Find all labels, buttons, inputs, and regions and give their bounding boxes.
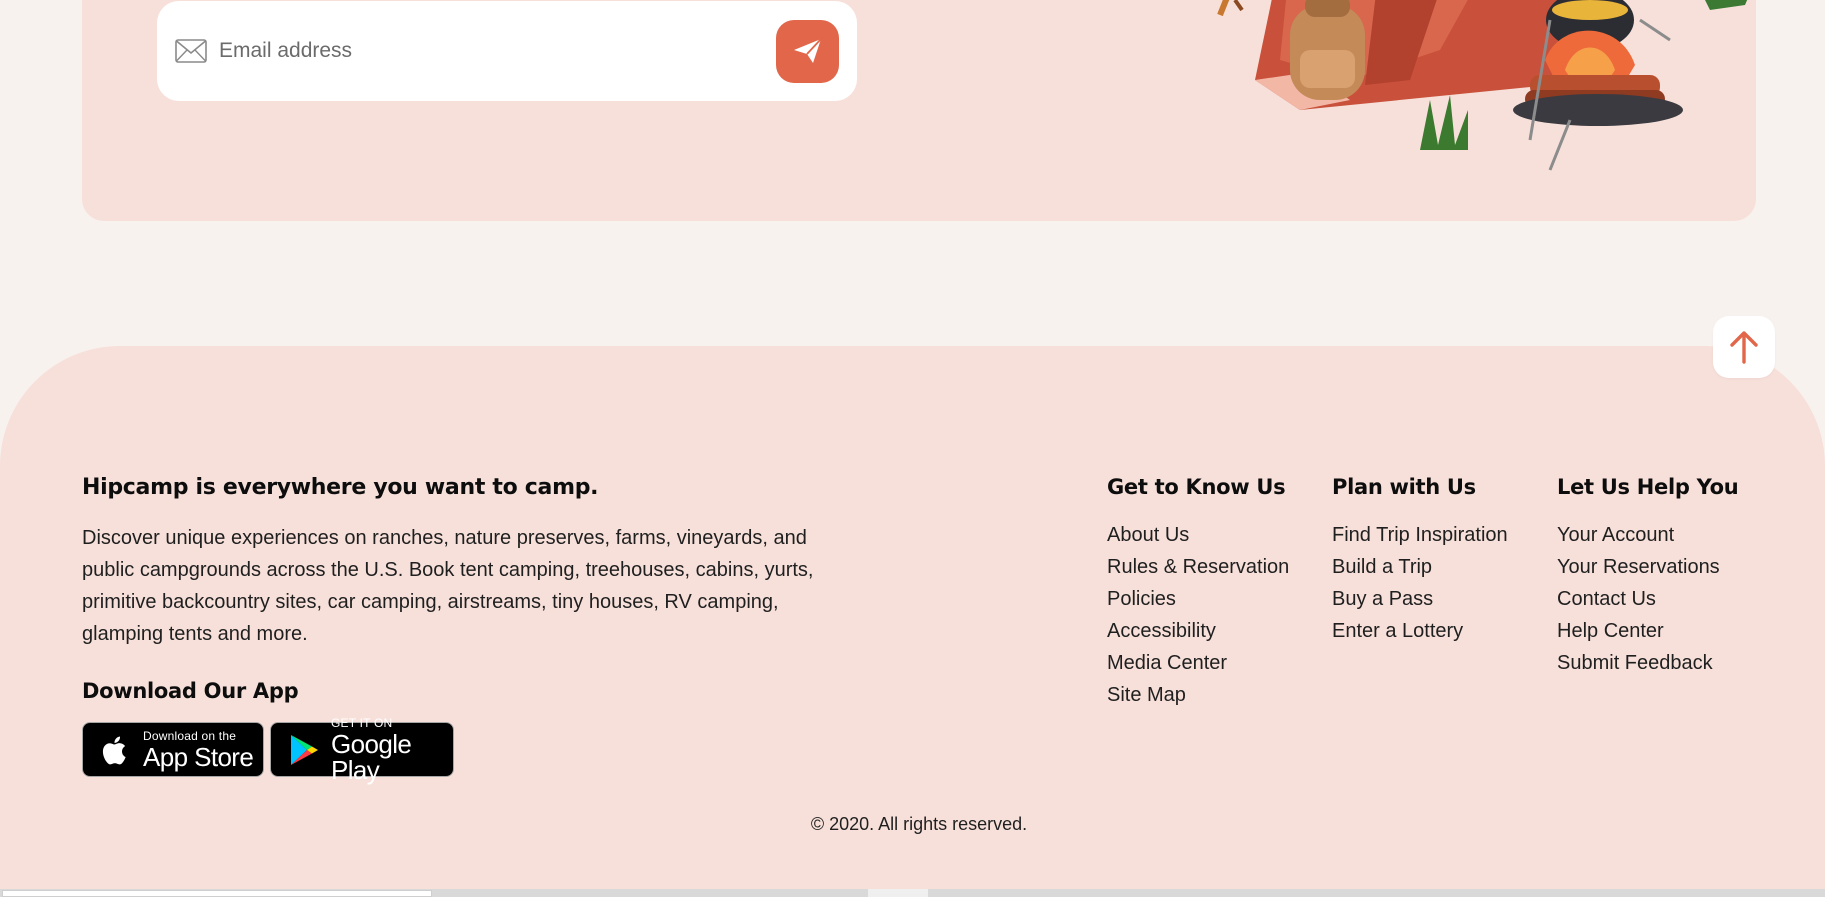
footer-about: Hipcamp is everywhere you want to camp. … — [82, 475, 842, 650]
google-play-big-text: Google Play — [331, 728, 412, 785]
scrollbar-thumb[interactable] — [2, 890, 432, 897]
google-play-small-text: GET IT ON — [331, 715, 393, 730]
send-button[interactable] — [776, 19, 839, 83]
google-play-logo-icon — [291, 734, 318, 765]
footer-link-contact-us[interactable]: Contact Us — [1557, 583, 1738, 615]
arrow-up-icon — [1730, 331, 1758, 364]
camping-illustration — [1217, 0, 1748, 171]
footer-link-build-a-trip[interactable]: Build a Trip — [1332, 551, 1508, 583]
scrollbar-track-segment — [868, 889, 928, 897]
footer-link-enter-a-lottery[interactable]: Enter a Lottery — [1332, 615, 1508, 647]
footer-column-title: Let Us Help You — [1557, 475, 1739, 499]
footer-link-your-account[interactable]: Your Account — [1557, 519, 1738, 551]
footer-about-title: Hipcamp is everywhere you want to camp. — [82, 475, 599, 500]
footer-link-site-map[interactable]: Site Map — [1107, 679, 1289, 711]
footer-link-accessibility[interactable]: Accessibility — [1107, 615, 1289, 647]
footer-link-media-center[interactable]: Media Center — [1107, 647, 1289, 679]
paper-plane-icon — [793, 38, 822, 63]
google-play-badge[interactable]: GET IT ON Google Play — [270, 717, 454, 783]
app-store-badge[interactable]: Download on the App Store — [82, 722, 264, 777]
app-store-big-text: App Store — [143, 741, 254, 772]
footer-link-buy-a-pass[interactable]: Buy a Pass — [1332, 583, 1508, 615]
footer-column-title: Plan with Us — [1332, 475, 1476, 499]
footer-link-policies[interactable]: Policies — [1107, 583, 1289, 615]
footer-about-text: Discover unique experiences on ranches, … — [82, 527, 814, 645]
app-store-small-text: Download on the — [143, 728, 237, 743]
apple-logo-icon — [102, 736, 126, 764]
footer-link-submit-feedback[interactable]: Submit Feedback — [1557, 647, 1738, 679]
mail-icon — [175, 39, 207, 63]
newsletter-form — [157, 1, 857, 101]
newsletter-card — [82, 0, 1756, 221]
horizontal-scrollbar[interactable] — [0, 889, 1825, 897]
footer-column-get-to-know-us: Get to Know Us About Us Rules & Reservat… — [1107, 475, 1289, 711]
footer-link-about-us[interactable]: About Us — [1107, 519, 1289, 551]
scroll-to-top-button[interactable] — [1713, 316, 1775, 378]
footer-link-rules-reservation[interactable]: Rules & Reservation — [1107, 551, 1289, 583]
footer-column-plan-with-us: Plan with Us Find Trip Inspiration Build… — [1332, 475, 1508, 647]
copyright-text: © 2020. All rights reserved. — [810, 814, 1028, 834]
download-app-title: Download Our App — [82, 679, 299, 703]
footer-link-help-center[interactable]: Help Center — [1557, 615, 1738, 647]
email-input[interactable] — [219, 39, 776, 63]
footer-column-title: Get to Know Us — [1107, 475, 1286, 499]
footer-column-let-us-help-you: Let Us Help You Your Account Your Reserv… — [1557, 475, 1739, 679]
footer-link-your-reservations[interactable]: Your Reservations — [1557, 551, 1738, 583]
footer-link-find-trip-inspiration[interactable]: Find Trip Inspiration — [1332, 519, 1508, 551]
